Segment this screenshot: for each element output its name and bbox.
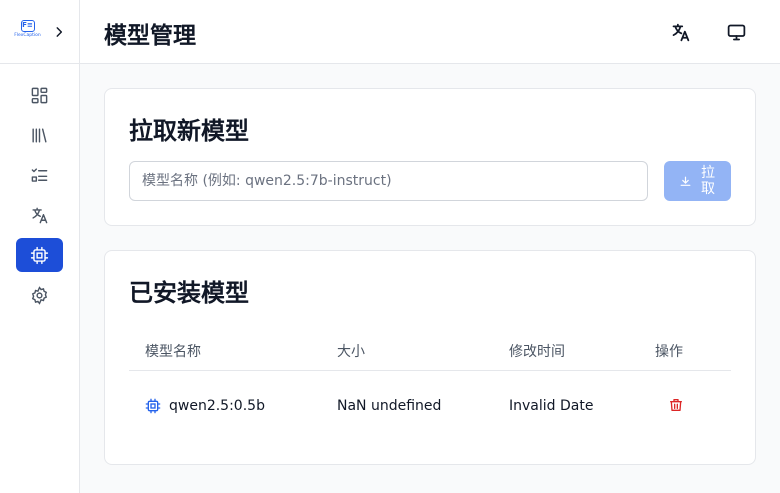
installed-models-card: 已安装模型 模型名称 大小 修改时间 操作 qwen2.5:0.5b NaN u…	[104, 250, 756, 465]
installed-models-title: 已安装模型	[129, 279, 249, 307]
translate-icon	[672, 23, 689, 41]
model-size: NaN undefined	[337, 398, 442, 414]
cpu-chip-icon	[30, 246, 49, 264]
logo-text: FlexCaption	[14, 32, 41, 38]
column-header-name: 模型名称	[145, 344, 201, 360]
tasks-icon	[31, 167, 48, 182]
language-button[interactable]	[668, 20, 692, 44]
sidebar-item-translate[interactable]	[16, 198, 63, 232]
column-header-size: 大小	[337, 344, 365, 360]
pull-model-title: 拉取新模型	[129, 117, 249, 145]
sidebar: F≡ FlexCaption	[0, 0, 80, 493]
pull-button[interactable]: 拉取	[664, 161, 731, 201]
page-title: 模型管理	[104, 23, 196, 49]
download-icon	[680, 176, 691, 186]
gear-icon	[31, 285, 48, 305]
trash-icon	[670, 399, 682, 411]
sidebar-item-library[interactable]	[16, 118, 63, 152]
table-row: qwen2.5:0.5b NaN undefined Invalid Date	[129, 372, 731, 440]
monitor-icon	[727, 24, 745, 40]
column-header-modified: 修改时间	[509, 344, 565, 360]
library-icon	[32, 127, 47, 143]
model-name: qwen2.5:0.5b	[169, 398, 265, 414]
dashboard-icon	[31, 87, 48, 103]
delete-button[interactable]	[668, 397, 684, 415]
logo-mark: F≡	[20, 19, 35, 32]
model-name-input[interactable]	[129, 161, 648, 201]
app-logo[interactable]: F≡ FlexCaption	[14, 19, 42, 44]
sidebar-item-models[interactable]	[16, 238, 63, 272]
sidebar-item-dashboard[interactable]	[16, 78, 63, 112]
sidebar-brand: F≡ FlexCaption	[0, 0, 79, 64]
pull-button-label: 拉取	[701, 165, 715, 197]
pull-model-card: 拉取新模型 拉取	[104, 88, 756, 226]
sidebar-item-tasks[interactable]	[16, 158, 63, 192]
table-header: 模型名称 大小 修改时间 操作	[129, 329, 731, 371]
cpu-chip-icon	[145, 398, 161, 414]
translate-icon	[32, 207, 48, 223]
model-modified: Invalid Date	[509, 398, 594, 414]
model-name-cell: qwen2.5:0.5b	[145, 398, 265, 414]
column-header-actions: 操作	[655, 344, 683, 360]
sidebar-item-settings[interactable]	[16, 278, 63, 312]
sidebar-nav	[0, 64, 79, 312]
chevron-right-icon[interactable]	[52, 25, 66, 39]
top-header: 模型管理	[80, 0, 780, 64]
display-button[interactable]	[724, 20, 748, 44]
